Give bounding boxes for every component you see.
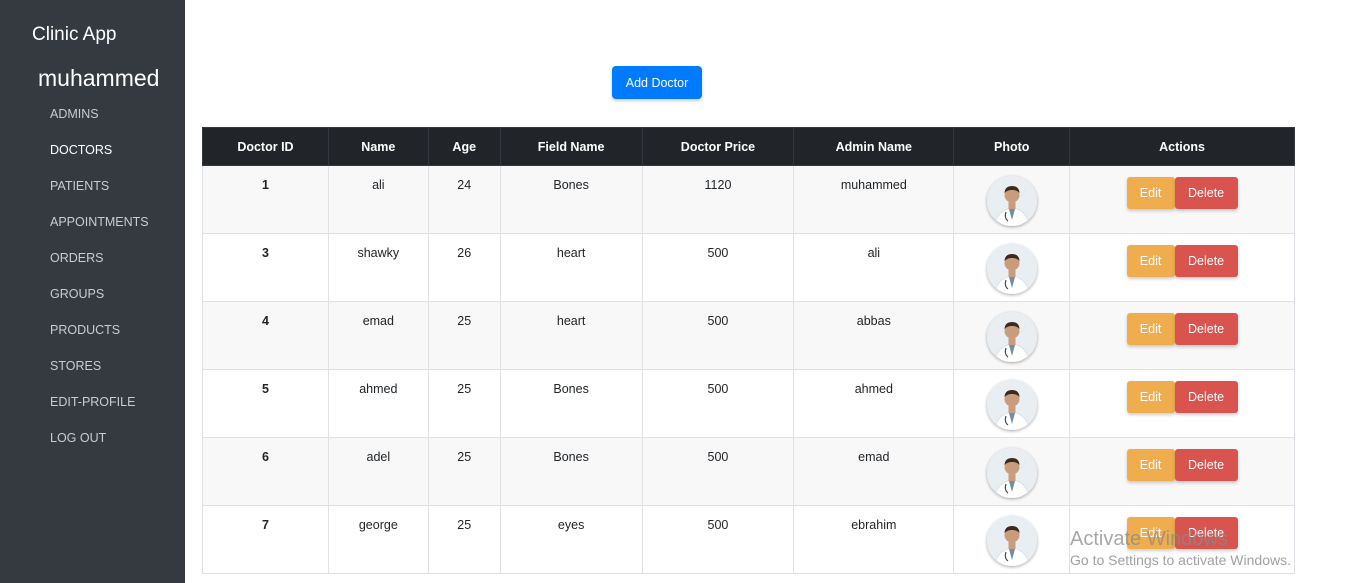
cell-name: emad bbox=[327, 301, 429, 370]
sidebar-item-groups[interactable]: GROUPS bbox=[0, 276, 185, 312]
edit-button[interactable]: Edit bbox=[1126, 245, 1175, 277]
cell-actions: Edit Delete bbox=[1069, 233, 1295, 302]
doctor-photo-icon bbox=[986, 244, 1037, 294]
cell-photo bbox=[953, 233, 1071, 302]
cell-field-name: Bones bbox=[499, 369, 643, 438]
edit-button[interactable]: Edit bbox=[1126, 313, 1175, 345]
header-name: Name bbox=[327, 127, 429, 166]
cell-admin-name: ahmed bbox=[793, 369, 955, 438]
cell-doctor-price: 500 bbox=[641, 369, 795, 438]
cell-doctor-id: 6 bbox=[202, 437, 329, 506]
cell-field-name: heart bbox=[499, 301, 643, 370]
cell-field-name: Bones bbox=[499, 165, 643, 234]
sidebar-item-appointments[interactable]: APPOINTMENTS bbox=[0, 204, 185, 240]
cell-name: george bbox=[327, 505, 429, 574]
header-doctor-id: Doctor ID bbox=[202, 127, 329, 166]
cell-photo bbox=[953, 369, 1071, 438]
delete-button[interactable]: Delete bbox=[1174, 517, 1238, 549]
delete-button[interactable]: Delete bbox=[1174, 313, 1238, 345]
cell-doctor-id: 1 bbox=[202, 165, 329, 234]
sidebar-item-patients[interactable]: PATIENTS bbox=[0, 168, 185, 204]
cell-name: ahmed bbox=[327, 369, 429, 438]
edit-button[interactable]: Edit bbox=[1126, 177, 1175, 209]
cell-age: 24 bbox=[427, 165, 501, 234]
sidebar-nav: ADMINS DOCTORS PATIENTS APPOINTMENTS ORD… bbox=[0, 96, 185, 456]
add-doctor-button[interactable]: Add Doctor bbox=[612, 66, 702, 99]
table-row: 4 emad 25 heart 500 abbas Edit Delete bbox=[202, 301, 1295, 370]
sidebar-item-edit-profile[interactable]: EDIT-PROFILE bbox=[0, 384, 185, 420]
sidebar: Clinic App muhammed ADMINS DOCTORS PATIE… bbox=[0, 0, 185, 583]
cell-actions: Edit Delete bbox=[1069, 165, 1295, 234]
cell-doctor-id: 7 bbox=[202, 505, 329, 574]
cell-doctor-id: 5 bbox=[202, 369, 329, 438]
header-admin-name: Admin Name bbox=[793, 127, 955, 166]
sidebar-item-log-out[interactable]: LOG OUT bbox=[0, 420, 185, 456]
cell-admin-name: emad bbox=[793, 437, 955, 506]
header-photo: Photo bbox=[953, 127, 1071, 166]
doctor-photo-icon bbox=[986, 176, 1037, 226]
delete-button[interactable]: Delete bbox=[1174, 177, 1238, 209]
header-doctor-price: Doctor Price bbox=[641, 127, 795, 166]
cell-name: shawky bbox=[327, 233, 429, 302]
edit-button[interactable]: Edit bbox=[1126, 381, 1175, 413]
cell-doctor-id: 4 bbox=[202, 301, 329, 370]
doctor-photo-icon bbox=[986, 516, 1037, 566]
header-age: Age bbox=[427, 127, 501, 166]
table-row: 7 george 25 eyes 500 ebrahim Edit Delete bbox=[202, 505, 1295, 574]
cell-name: ali bbox=[327, 165, 429, 234]
delete-button[interactable]: Delete bbox=[1174, 245, 1238, 277]
doctor-photo-icon bbox=[986, 448, 1037, 498]
cell-field-name: eyes bbox=[499, 505, 643, 574]
doctor-photo-icon bbox=[986, 380, 1037, 430]
sidebar-item-orders[interactable]: ORDERS bbox=[0, 240, 185, 276]
cell-age: 26 bbox=[427, 233, 501, 302]
sidebar-item-admins[interactable]: ADMINS bbox=[0, 96, 185, 132]
cell-field-name: heart bbox=[499, 233, 643, 302]
header-field-name: Field Name bbox=[499, 127, 643, 166]
edit-button[interactable]: Edit bbox=[1126, 449, 1175, 481]
table-header-row: Doctor ID Name Age Field Name Doctor Pri… bbox=[202, 127, 1295, 166]
cell-name: adel bbox=[327, 437, 429, 506]
table-row: 6 adel 25 Bones 500 emad Edit Delete bbox=[202, 437, 1295, 506]
sidebar-item-stores[interactable]: STORES bbox=[0, 348, 185, 384]
doctor-photo-icon bbox=[986, 312, 1037, 362]
cell-actions: Edit Delete bbox=[1069, 437, 1295, 506]
table-row: 3 shawky 26 heart 500 ali Edit Delete bbox=[202, 233, 1295, 302]
cell-age: 25 bbox=[427, 369, 501, 438]
cell-actions: Edit Delete bbox=[1069, 369, 1295, 438]
current-user-name: muhammed bbox=[38, 65, 160, 91]
cell-admin-name: abbas bbox=[793, 301, 955, 370]
cell-actions: Edit Delete bbox=[1069, 505, 1295, 574]
cell-doctor-price: 500 bbox=[641, 505, 795, 574]
table-row: 1 ali 24 Bones 1120 muhammed Edit Delete bbox=[202, 165, 1295, 234]
app-brand[interactable]: Clinic App bbox=[32, 24, 117, 46]
cell-admin-name: ali bbox=[793, 233, 955, 302]
cell-photo bbox=[953, 165, 1071, 234]
cell-field-name: Bones bbox=[499, 437, 643, 506]
cell-photo bbox=[953, 505, 1071, 574]
cell-photo bbox=[953, 437, 1071, 506]
table-row: 5 ahmed 25 Bones 500 ahmed Edit Delete bbox=[202, 369, 1295, 438]
delete-button[interactable]: Delete bbox=[1174, 381, 1238, 413]
cell-doctor-price: 1120 bbox=[641, 165, 795, 234]
cell-doctor-price: 500 bbox=[641, 437, 795, 506]
cell-actions: Edit Delete bbox=[1069, 301, 1295, 370]
cell-doctor-price: 500 bbox=[641, 301, 795, 370]
cell-doctor-id: 3 bbox=[202, 233, 329, 302]
cell-photo bbox=[953, 301, 1071, 370]
edit-button[interactable]: Edit bbox=[1126, 517, 1175, 549]
cell-admin-name: ebrahim bbox=[793, 505, 955, 574]
sidebar-item-products[interactable]: PRODUCTS bbox=[0, 312, 185, 348]
cell-age: 25 bbox=[427, 505, 501, 574]
cell-age: 25 bbox=[427, 437, 501, 506]
sidebar-item-doctors[interactable]: DOCTORS bbox=[0, 132, 185, 168]
cell-doctor-price: 500 bbox=[641, 233, 795, 302]
header-actions: Actions bbox=[1069, 127, 1295, 166]
cell-age: 25 bbox=[427, 301, 501, 370]
cell-admin-name: muhammed bbox=[793, 165, 955, 234]
delete-button[interactable]: Delete bbox=[1174, 449, 1238, 481]
doctors-table: Doctor ID Name Age Field Name Doctor Pri… bbox=[202, 127, 1295, 574]
